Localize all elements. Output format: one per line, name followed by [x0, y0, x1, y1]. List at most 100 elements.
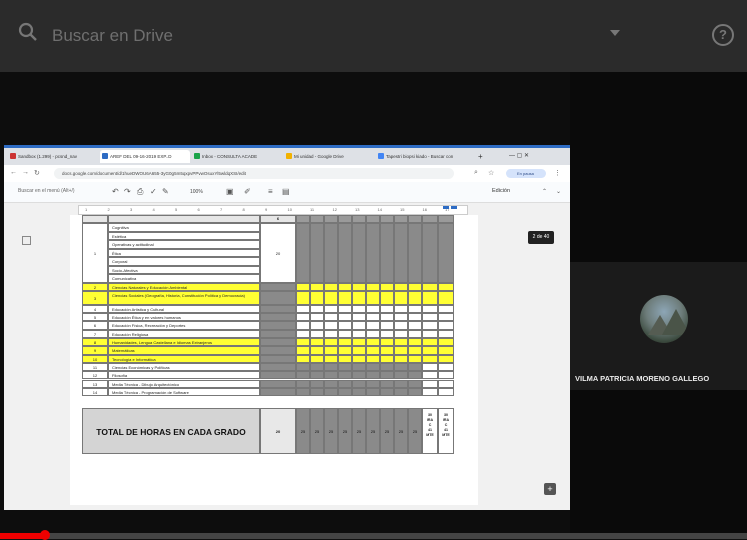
grade-cell [422, 338, 438, 347]
grade-cell [422, 387, 438, 397]
zoom-icon[interactable]: ⌕ [474, 169, 478, 177]
url-field[interactable]: docs.google.com/document/d/1hueDWOU6A655… [54, 168, 454, 179]
grade-cell [366, 329, 380, 338]
grade-cell [352, 346, 366, 355]
editing-mode-button[interactable]: Edición [492, 188, 510, 194]
grade-column-header [394, 215, 408, 223]
row-number: 6 [82, 321, 108, 330]
subject-cell: Educación Física, Recreación y Deportes [108, 321, 260, 330]
total-value: 25 [352, 408, 366, 455]
total-value: 25 [394, 408, 408, 455]
outline-icon[interactable] [22, 236, 31, 245]
spellcheck-icon[interactable]: ✓ [150, 187, 157, 196]
search-input[interactable]: Buscar en Drive [52, 26, 173, 46]
browser-tab[interactable]: Mi unidad - Google Drive [284, 150, 374, 163]
star-icon[interactable]: ☆ [488, 169, 494, 177]
row-number: 1 [82, 223, 108, 283]
playback-progress-track[interactable] [0, 533, 747, 539]
grade-cell [422, 290, 438, 305]
browser-tab[interactable]: Tapestri biopsi kiado - Buscar con [376, 150, 474, 163]
zoom-select[interactable]: 100% [190, 189, 203, 195]
tab-favicon-icon [378, 153, 384, 159]
subject-cell: Corporal [108, 257, 260, 266]
table-icon[interactable]: ▤ [282, 187, 290, 196]
grade-cell [438, 379, 454, 388]
grade-cell [438, 223, 454, 283]
add-comment-icon[interactable]: + [544, 483, 556, 495]
reload-icon[interactable]: ↻ [34, 169, 40, 177]
ruler[interactable]: 1 2 3 4 5 6 7 8 9 10 11 12 13 14 15 16 17 [78, 205, 468, 215]
grade-cell [394, 304, 408, 314]
grade-cell [338, 338, 352, 347]
grade-cell [380, 371, 394, 380]
participant-name: VILMA PATRICIA MORENO GALLEGO [575, 374, 710, 383]
subject-cell: Matemáticas [108, 346, 260, 355]
chevron-down-icon[interactable]: ⌄ [556, 188, 561, 195]
grade-column-header [422, 215, 438, 223]
grade-cell [352, 304, 366, 314]
grade-cell [338, 379, 352, 388]
ruler-indent-marker[interactable] [443, 206, 449, 209]
row-number: 11 [82, 362, 108, 372]
shared-browser-window: Sandbox (1.299) - pcsnd_nav AREF DEL 09-1… [4, 145, 570, 510]
ruler-mark: 3 [130, 207, 133, 212]
ruler-mark: 16 [422, 207, 427, 212]
menu-search-input[interactable]: Buscar en el menú (Alt+/) [18, 188, 75, 194]
new-tab-button[interactable]: + [478, 150, 484, 163]
search-icon[interactable] [18, 22, 38, 42]
hours-cell [260, 354, 296, 363]
playback-progress-fill [0, 533, 45, 539]
hours-cell: 20 [260, 223, 296, 283]
grade-cell [380, 346, 394, 355]
grade-column-header [324, 215, 338, 223]
print-icon[interactable]: ⎙ [137, 187, 143, 197]
subject-cell: Filosofía [108, 371, 260, 380]
search-options-chevron-down-icon[interactable] [610, 30, 620, 36]
subject-cell: Comunicativa [108, 274, 260, 283]
participant-avatar [640, 295, 688, 343]
browser-tab[interactable]: Inbox - CONSULTA ACADE [192, 150, 282, 163]
profile-chip[interactable]: En pausa [506, 169, 546, 178]
pen-icon[interactable]: ✐ [244, 187, 251, 196]
grade-column-header [408, 215, 422, 223]
grade-cell [338, 346, 352, 355]
grade-column-header [380, 215, 394, 223]
hours-cell [260, 379, 296, 388]
subject-cell: Educación Artística y Cultural [108, 304, 260, 314]
grade-cell [296, 304, 310, 314]
grade-cell [438, 338, 454, 347]
grade-cell [338, 321, 352, 330]
paint-format-icon[interactable]: ✎ [162, 187, 169, 196]
undo-icon[interactable]: ↶ [112, 187, 119, 196]
grade-cell [352, 362, 366, 372]
total-value: 30 IRA C 41 MTE [422, 408, 438, 455]
insert-image-icon[interactable]: ▣ [226, 187, 234, 196]
align-icon[interactable]: ≡ [268, 187, 273, 196]
hours-cell [260, 371, 296, 380]
browser-tab[interactable]: AREF DEL 09-16-2019 EXP..D [100, 150, 190, 163]
grade-cell [394, 223, 408, 283]
back-icon[interactable]: ← [10, 169, 17, 176]
subject-cell: Ciencias Económicas y Políticas [108, 362, 260, 372]
grade-cell [324, 371, 338, 380]
forward-icon[interactable]: → [22, 169, 29, 176]
grade-cell [366, 346, 380, 355]
total-value: 25 [338, 408, 352, 455]
tab-favicon-icon [10, 153, 16, 159]
browser-tab[interactable]: Sandbox (1.299) - pcsnd_nav [8, 150, 98, 163]
grade-column-header [310, 215, 324, 223]
window-controls[interactable]: — ▢ ✕ [509, 150, 564, 163]
grade-cell [438, 313, 454, 322]
more-icon[interactable]: ⋮ [554, 169, 561, 177]
grade-cell [338, 371, 352, 380]
grade-cell [310, 290, 324, 305]
help-icon[interactable]: ? [712, 24, 734, 46]
grade-cell [324, 321, 338, 330]
grade-cell [366, 290, 380, 305]
redo-icon[interactable]: ↷ [124, 187, 131, 196]
row-number: 14 [82, 387, 108, 397]
grade-cell [438, 290, 454, 305]
grade-cell [422, 379, 438, 388]
ruler-indent-marker[interactable] [451, 206, 457, 209]
chevron-up-icon[interactable]: ⌃ [542, 188, 547, 195]
